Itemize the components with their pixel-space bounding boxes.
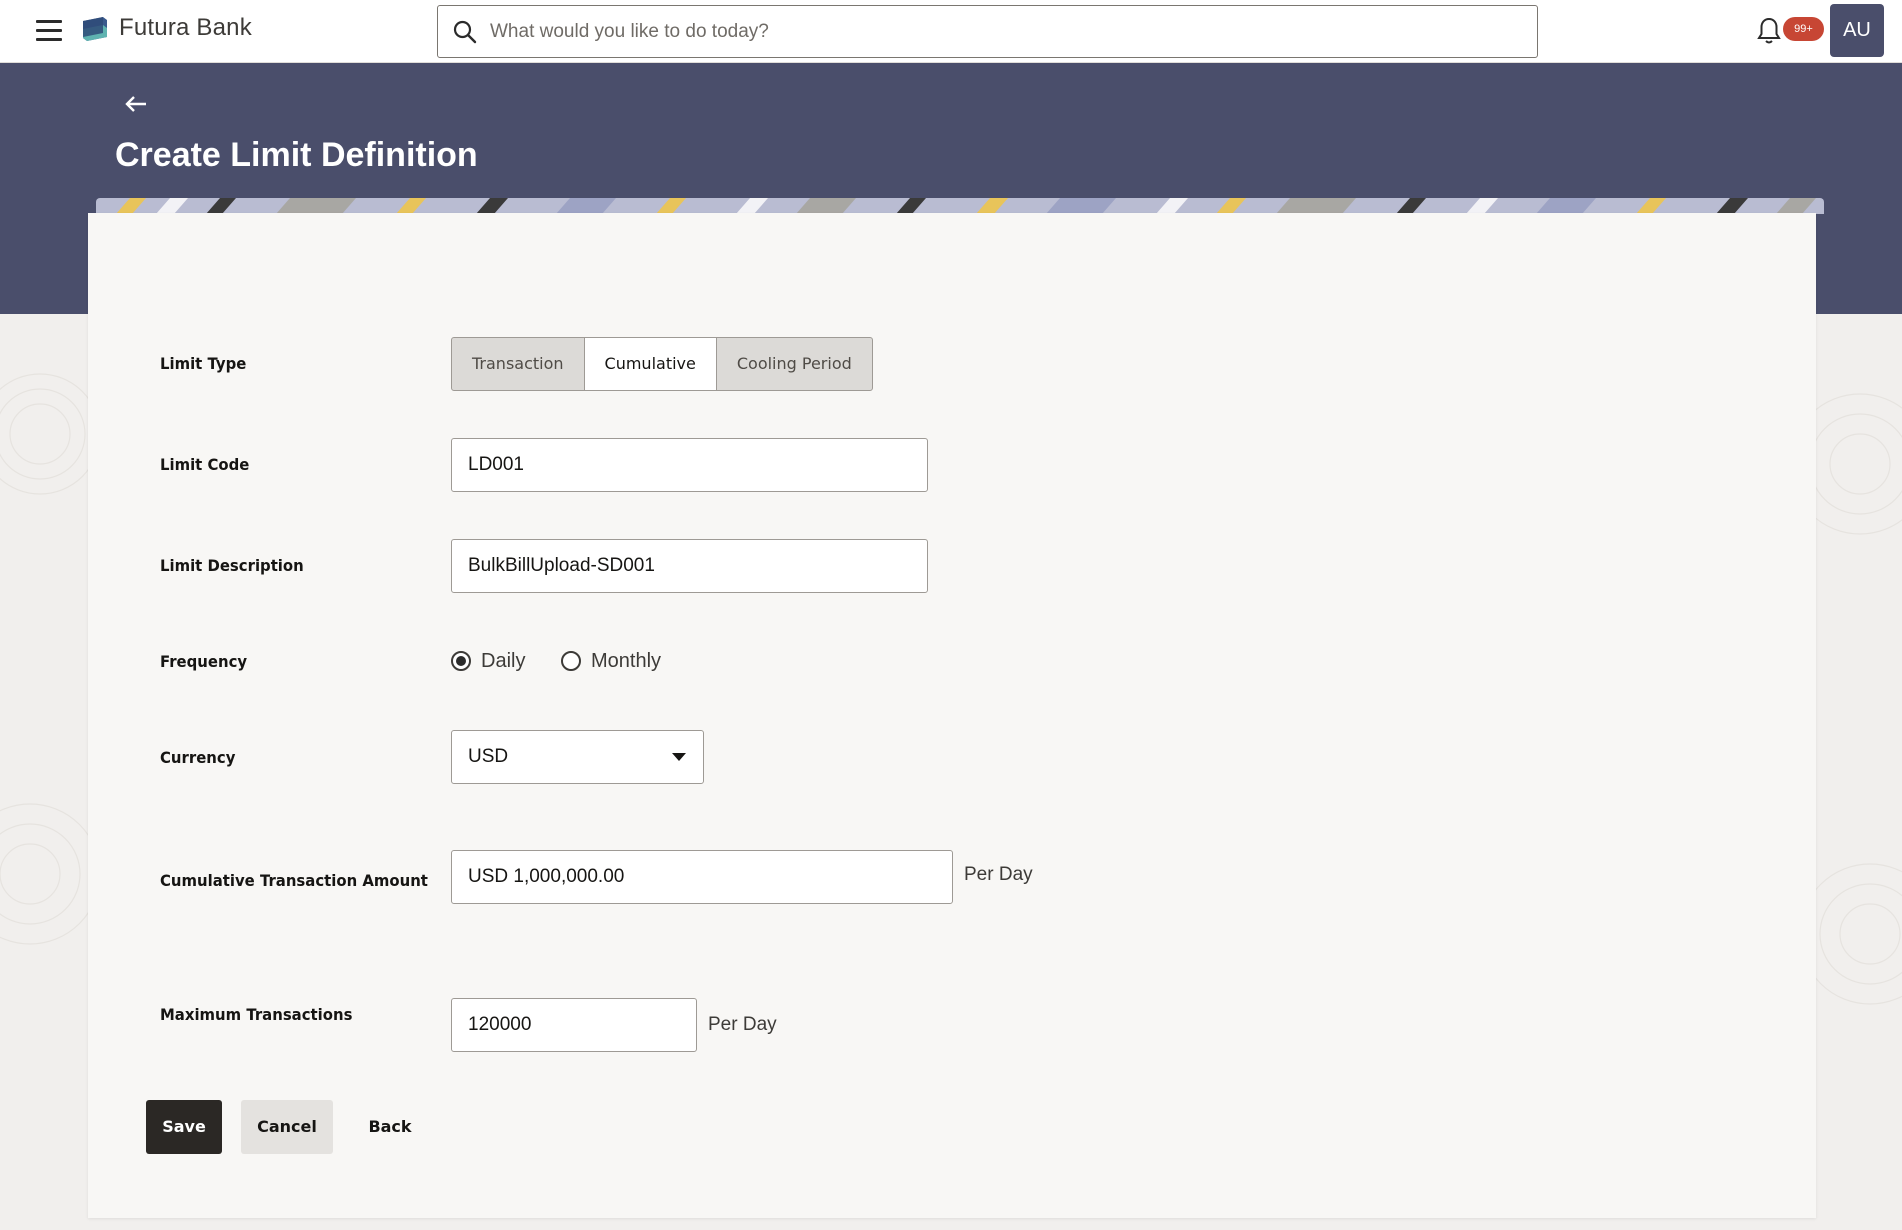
- cumulative-amount-input[interactable]: [468, 852, 952, 902]
- limit-description-input[interactable]: [468, 541, 927, 591]
- frequency-option-label: Monthly: [591, 649, 662, 672]
- max-transactions-suffix: Per Day: [708, 1014, 777, 1035]
- max-transactions-field: [451, 998, 697, 1052]
- brand-name: Futura Bank: [119, 14, 252, 41]
- frequency-option-label: Daily: [481, 649, 526, 672]
- form-card: [88, 213, 1816, 1218]
- currency-selected-value: USD: [468, 746, 509, 767]
- radio-unselected-icon: [561, 651, 581, 671]
- frequency-radio-daily[interactable]: Daily: [451, 648, 525, 674]
- limit-code-input[interactable]: [468, 440, 927, 490]
- frequency-radio-monthly[interactable]: Monthly: [561, 648, 661, 674]
- limit-type-option-transaction[interactable]: Transaction: [452, 338, 585, 390]
- limit-type-option-cumulative[interactable]: Cumulative: [584, 338, 717, 390]
- back-button[interactable]: Back: [352, 1100, 428, 1154]
- limit-description-field: [451, 539, 928, 593]
- currency-select[interactable]: USD: [451, 730, 704, 784]
- search-bar[interactable]: [437, 5, 1538, 58]
- save-button[interactable]: Save: [146, 1100, 222, 1154]
- cancel-button[interactable]: Cancel: [241, 1100, 333, 1154]
- limit-description-label: Limit Description: [160, 556, 304, 575]
- limit-type-option-cooling-period[interactable]: Cooling Period: [717, 338, 872, 390]
- limit-code-field: [451, 438, 928, 492]
- menu-icon[interactable]: [36, 20, 62, 42]
- cumulative-amount-field: [451, 850, 953, 904]
- limit-type-label: Limit Type: [160, 354, 247, 373]
- futura-bank-logo: [83, 17, 107, 41]
- currency-label: Currency: [160, 748, 236, 767]
- top-bar: Futura Bank 99+ AU: [0, 0, 1902, 63]
- limit-type-toggle: Transaction Cumulative Cooling Period: [451, 337, 873, 391]
- notification-bell-icon[interactable]: [1756, 16, 1782, 46]
- max-transactions-input[interactable]: [468, 1000, 696, 1050]
- limit-code-label: Limit Code: [160, 455, 250, 474]
- max-transactions-label: Maximum Transactions: [160, 1005, 353, 1024]
- notification-badge: 99+: [1783, 17, 1824, 41]
- search-input[interactable]: [490, 7, 1520, 56]
- page-title: Create Limit Definition: [115, 136, 478, 174]
- search-icon: [453, 20, 477, 44]
- user-avatar[interactable]: AU: [1830, 4, 1884, 57]
- frequency-label: Frequency: [160, 652, 248, 671]
- decorative-texture-strip: [96, 198, 1824, 214]
- chevron-down-icon: [672, 753, 686, 761]
- cumulative-amount-label: Cumulative Transaction Amount: [160, 871, 428, 890]
- radio-selected-icon: [451, 651, 471, 671]
- back-arrow-icon[interactable]: [124, 94, 148, 114]
- cumulative-amount-suffix: Per Day: [964, 864, 1033, 885]
